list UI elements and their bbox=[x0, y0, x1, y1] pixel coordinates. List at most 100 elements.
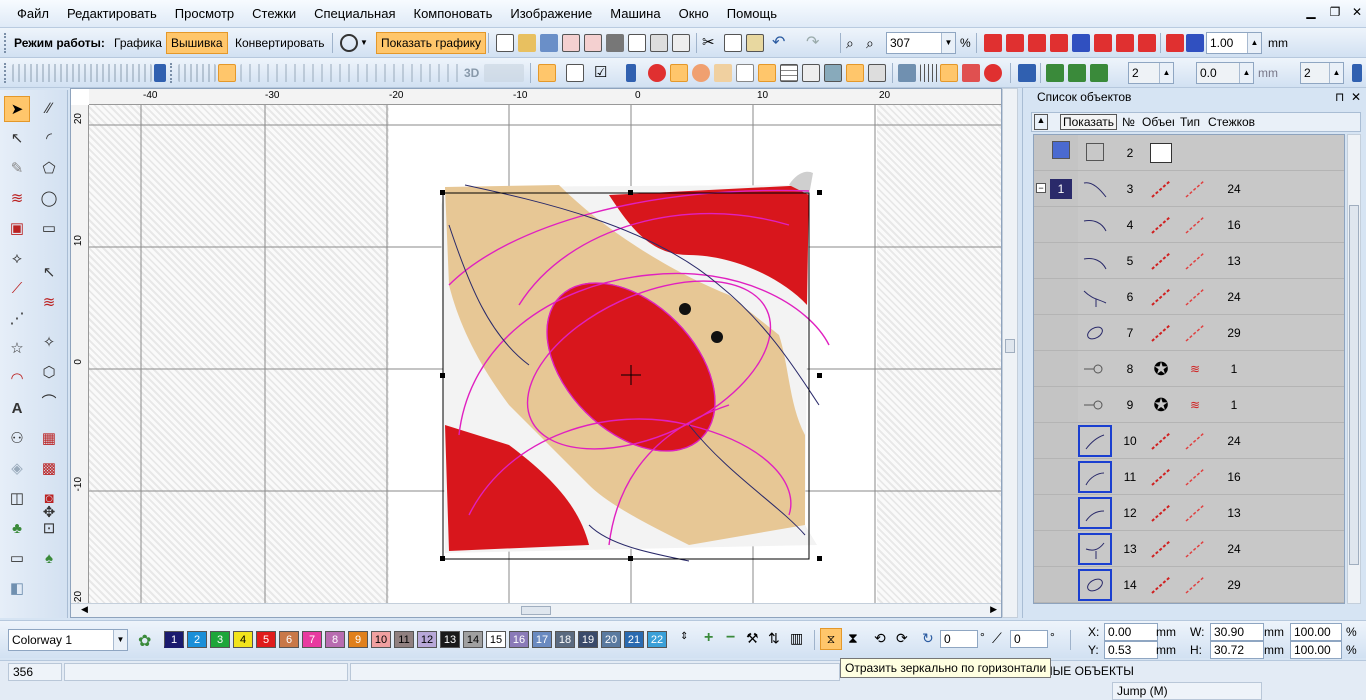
color-swatch[interactable]: 1 bbox=[164, 631, 184, 648]
star-tool-icon[interactable]: ✧ bbox=[36, 330, 62, 356]
mirror-vertical-icon[interactable]: ⧗ bbox=[848, 630, 858, 647]
slant-input[interactable]: 0 bbox=[1010, 630, 1048, 648]
insert-icon[interactable] bbox=[538, 64, 556, 82]
trim-icon[interactable] bbox=[984, 64, 1002, 82]
color-swatch[interactable]: 3 bbox=[210, 631, 230, 648]
color-swatch[interactable]: 21 bbox=[624, 631, 644, 648]
menu-stitches[interactable]: Стежки bbox=[243, 0, 305, 28]
horizontal-scrollbar[interactable]: ◀ ▶ bbox=[71, 603, 1001, 617]
menu-window[interactable]: Окно bbox=[670, 0, 718, 28]
checkbox-icon[interactable]: ☑ bbox=[594, 64, 612, 82]
swatch-scroll-icon[interactable]: ⇕ bbox=[680, 631, 688, 642]
effects-icon[interactable] bbox=[240, 64, 460, 82]
list-icon[interactable] bbox=[940, 64, 958, 82]
menu-view[interactable]: Просмотр bbox=[166, 0, 243, 28]
save-icon[interactable] bbox=[540, 34, 558, 52]
scroll-right-icon[interactable]: ▶ bbox=[990, 604, 997, 615]
undo-icon[interactable]: ↶ bbox=[772, 34, 790, 52]
menu-file[interactable]: Файл bbox=[8, 0, 58, 28]
menu-special[interactable]: Специальная bbox=[305, 0, 404, 28]
emboss-icon[interactable] bbox=[484, 64, 524, 82]
colorway-select[interactable]: Colorway 1 ▼ bbox=[8, 629, 128, 651]
template-icon[interactable] bbox=[650, 34, 668, 52]
curve-text-icon[interactable]: ⌒ bbox=[36, 390, 62, 416]
copy-icon[interactable] bbox=[724, 34, 742, 52]
sequence-view-icon[interactable] bbox=[868, 64, 886, 82]
tatami-icon[interactable] bbox=[670, 64, 688, 82]
toolbar-grip[interactable] bbox=[4, 63, 8, 83]
menu-image[interactable]: Изображение bbox=[501, 0, 601, 28]
mode-convert-button[interactable]: Конвертировать bbox=[231, 32, 329, 54]
settings-icon[interactable] bbox=[898, 64, 916, 82]
parallel-lines-icon[interactable]: ∕∕ bbox=[36, 96, 62, 122]
list-item[interactable]: 2 bbox=[1034, 135, 1344, 171]
spinner-arrows-icon[interactable]: ▲ bbox=[1159, 63, 1173, 83]
color-swatch[interactable]: 12 bbox=[417, 631, 437, 648]
add-color-icon[interactable]: + bbox=[704, 629, 713, 647]
scroll-thumb[interactable] bbox=[1005, 339, 1015, 353]
satin-icon[interactable] bbox=[648, 64, 666, 82]
mode-graphics-button[interactable]: Графика bbox=[110, 32, 166, 54]
vertical-scrollbar[interactable] bbox=[1002, 88, 1018, 618]
menu-help[interactable]: Помощь bbox=[718, 0, 786, 28]
cut-icon[interactable]: ✂ bbox=[702, 34, 720, 52]
motif-icon[interactable] bbox=[692, 64, 710, 82]
list-item[interactable]: 8 ✪ ≋ 1 bbox=[1034, 351, 1344, 387]
dots-icon[interactable] bbox=[920, 64, 938, 82]
color-film-icon[interactable]: ▥ bbox=[790, 630, 803, 647]
slant-icon[interactable]: ⟋ bbox=[992, 630, 1002, 647]
color-swatch[interactable]: 4 bbox=[233, 631, 253, 648]
sequence-icon[interactable] bbox=[1116, 34, 1134, 52]
drawing-area[interactable] bbox=[89, 105, 1001, 605]
field-c[interactable]: 2 ▲ bbox=[1300, 62, 1344, 84]
list-item[interactable]: 11 16 bbox=[1034, 459, 1344, 495]
rotate-right-icon[interactable]: ⟳ bbox=[896, 630, 908, 647]
h-percent-input[interactable]: 100.00 bbox=[1290, 641, 1342, 659]
hoop-icon[interactable]: ♠ bbox=[36, 546, 62, 572]
line-width-icon[interactable] bbox=[1166, 34, 1184, 52]
sequence-icon[interactable] bbox=[1138, 34, 1156, 52]
distribute-icon[interactable] bbox=[1068, 64, 1086, 82]
polygon-icon[interactable]: ⬡ bbox=[36, 360, 62, 386]
run-icon[interactable] bbox=[736, 64, 754, 82]
run-stitch-icon[interactable]: ⟋ bbox=[4, 276, 30, 302]
show-button[interactable]: Показать bbox=[1060, 114, 1118, 130]
import-icon[interactable] bbox=[562, 34, 580, 52]
rotate-angle-icon[interactable]: ↻ bbox=[922, 630, 934, 647]
sequence-icon[interactable] bbox=[1028, 34, 1046, 52]
zoom-window-icon[interactable]: ⌕ bbox=[846, 34, 864, 52]
thread-chart-icon[interactable]: ⚒ bbox=[746, 630, 759, 647]
zigzag-icon[interactable]: ≋ bbox=[36, 290, 62, 316]
object-list-scrollbar[interactable] bbox=[1347, 134, 1361, 604]
net-fill-icon[interactable]: ▦ bbox=[36, 426, 62, 452]
col-type[interactable]: Тип bbox=[1180, 115, 1200, 129]
chevron-down-icon[interactable] bbox=[1352, 64, 1362, 82]
color-swatch[interactable]: 19 bbox=[578, 631, 598, 648]
sequence-icon[interactable] bbox=[1050, 34, 1068, 52]
center-icon[interactable] bbox=[1090, 64, 1108, 82]
outline-icon[interactable]: ◫ bbox=[4, 486, 30, 512]
color-swatch[interactable]: 2 bbox=[187, 631, 207, 648]
toolbar-grip[interactable] bbox=[4, 33, 8, 53]
spinner-arrows-icon[interactable]: ▲ bbox=[1239, 63, 1253, 83]
reshape-node-icon[interactable]: ↖ bbox=[4, 126, 30, 152]
scroll-thumb[interactable] bbox=[1349, 205, 1359, 565]
arc-icon[interactable]: ◜ bbox=[36, 126, 62, 152]
color-swatch[interactable]: 14 bbox=[463, 631, 483, 648]
list-item[interactable]: 12 13 bbox=[1034, 495, 1344, 531]
list-item[interactable]: 10 24 bbox=[1034, 423, 1344, 459]
w-percent-input[interactable]: 100.00 bbox=[1290, 623, 1342, 641]
field-a[interactable]: 2 ▲ bbox=[1128, 62, 1174, 84]
star-icon[interactable]: ☆ bbox=[4, 336, 30, 362]
width-spinner[interactable]: 1.00 ▲ bbox=[1206, 32, 1262, 54]
show-graphics-button[interactable]: Показать графику bbox=[376, 32, 487, 54]
color-swatch[interactable]: 8 bbox=[325, 631, 345, 648]
design-canvas[interactable]: -40 -30 -20 -10 0 10 20 20 10 0 -10 -20 bbox=[70, 88, 1002, 618]
rotate-angle-input[interactable]: 0 bbox=[940, 630, 978, 648]
col-stitches[interactable]: Стежков bbox=[1208, 115, 1255, 129]
export-icon[interactable] bbox=[584, 34, 602, 52]
list-item[interactable]: 14 29 bbox=[1034, 567, 1344, 603]
color-sort-icon[interactable]: ⇅ bbox=[768, 630, 780, 647]
sequence-icon[interactable] bbox=[1006, 34, 1024, 52]
print-icon[interactable] bbox=[606, 34, 624, 52]
